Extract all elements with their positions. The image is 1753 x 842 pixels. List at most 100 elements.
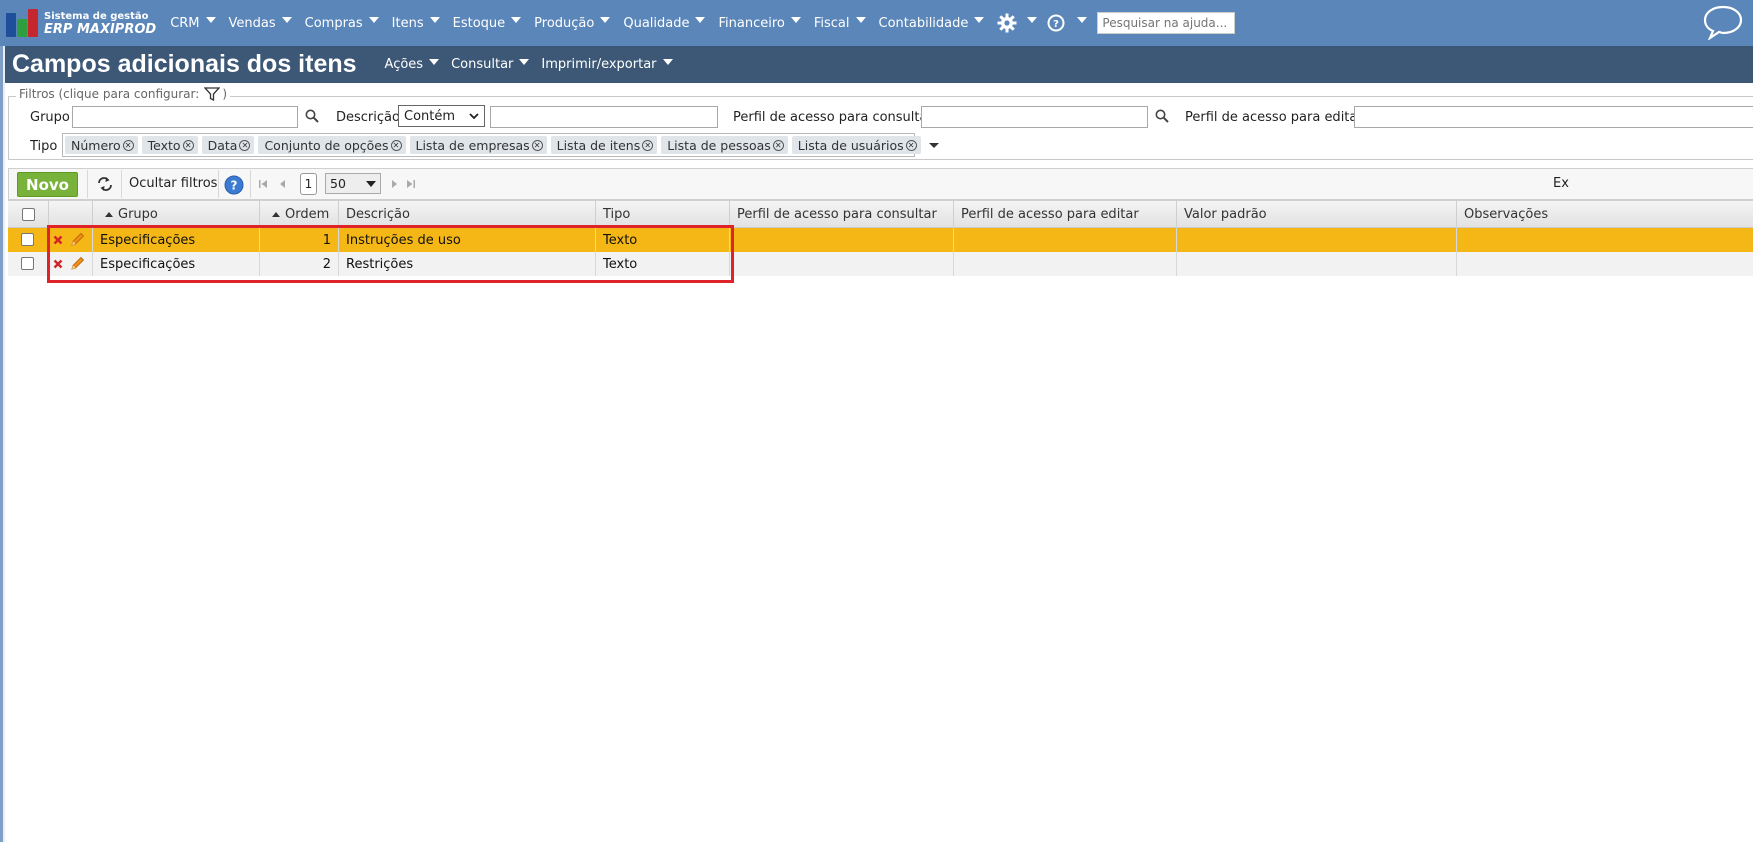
menu-financeiro[interactable]: Financeiro	[718, 16, 801, 31]
page-number-input[interactable]: 1	[300, 173, 317, 195]
search-icon[interactable]	[305, 109, 319, 123]
novo-button[interactable]: Novo	[17, 172, 78, 197]
edit-pencil-icon[interactable]	[69, 256, 85, 272]
first-page-icon[interactable]	[258, 179, 268, 189]
menu-consultar[interactable]: Consultar	[451, 57, 530, 72]
menu-fiscal[interactable]: Fiscal	[814, 16, 866, 31]
chip-conjunto-opcoes[interactable]: Conjunto de opções ✕	[258, 136, 406, 154]
delete-icon[interactable]	[53, 259, 63, 269]
table-row[interactable]: Especificações 2 Restrições Texto	[8, 252, 1753, 276]
menu-estoque[interactable]: Estoque	[453, 16, 522, 31]
caret-down-icon	[281, 17, 292, 23]
svg-text:?: ?	[1053, 19, 1059, 30]
cell-perfil-consultar	[730, 228, 954, 252]
remove-icon[interactable]: ✕	[905, 139, 917, 151]
chat-icon[interactable]	[1703, 4, 1743, 40]
menu-vendas[interactable]: Vendas	[229, 16, 292, 31]
column-header-observacoes[interactable]: Observações	[1457, 200, 1753, 228]
remove-icon[interactable]: ✕	[390, 139, 402, 151]
gear-icon	[997, 13, 1017, 33]
cell-tipo: Texto	[596, 252, 730, 276]
chevron-down-icon	[469, 112, 479, 119]
cell-valor-padrao	[1177, 228, 1457, 252]
menu-compras[interactable]: Compras	[305, 16, 379, 31]
cell-grupo: Especificações	[93, 228, 260, 252]
filter-grupo-input[interactable]	[72, 106, 298, 128]
chip-numero[interactable]: Número ✕	[65, 136, 138, 154]
column-header-ordem[interactable]: Ordem	[260, 200, 339, 228]
row-checkbox[interactable]	[21, 233, 34, 246]
menu-imprimir-exportar[interactable]: Imprimir/exportar	[541, 57, 673, 72]
grid-toolbar	[8, 168, 1753, 200]
filters-legend[interactable]: Filtros (clique para configurar: )	[16, 87, 230, 101]
help-search-input[interactable]	[1097, 12, 1236, 34]
menu-crm[interactable]: CRM	[170, 16, 216, 31]
caret-down-icon[interactable]	[928, 142, 939, 148]
remove-icon[interactable]: ✕	[772, 139, 784, 151]
cell-ordem: 1	[260, 228, 339, 252]
chip-texto[interactable]: Texto ✕	[141, 136, 198, 154]
next-page-icon[interactable]	[389, 179, 399, 189]
sort-ascending-icon	[105, 211, 113, 217]
filter-grupo-label: Grupo	[30, 110, 70, 125]
table-row[interactable]: Especificações 1 Instruções de uso Texto	[8, 228, 1753, 252]
row-checkbox[interactable]	[21, 257, 34, 270]
filter-descricao-mode-select[interactable]: Contém	[398, 105, 485, 127]
top-navbar: Sistema de gestão ERP MAXIPROD CRM Venda…	[0, 0, 1753, 46]
column-header-valor-padrao[interactable]: Valor padrão	[1177, 200, 1457, 228]
filter-perfil-editar-input[interactable]	[1354, 106, 1753, 128]
filter-icon	[204, 87, 221, 101]
actions-header	[49, 200, 93, 228]
hide-filters-button[interactable]: Ocultar filtros	[129, 176, 217, 191]
logo-mark-icon	[6, 9, 40, 37]
remove-icon[interactable]: ✕	[182, 139, 194, 151]
chip-lista-usuarios[interactable]: Lista de usuários ✕	[791, 136, 921, 154]
filter-tipo-multiselect[interactable]: Número ✕ Texto ✕ Data ✕ Conjunto de opções ✕…	[62, 133, 939, 157]
caret-down-icon	[855, 17, 866, 23]
column-header-descricao[interactable]: Descrição	[339, 200, 596, 228]
caret-down-icon	[974, 17, 985, 23]
menu-producao[interactable]: Produção	[534, 16, 611, 31]
refresh-icon[interactable]	[96, 176, 114, 192]
menu-contabilidade[interactable]: Contabilidade	[879, 16, 985, 31]
settings-menu[interactable]	[997, 13, 1038, 33]
previous-page-icon[interactable]	[278, 179, 288, 189]
help-menu[interactable]: ?	[1047, 14, 1088, 32]
search-icon[interactable]	[1155, 109, 1169, 123]
menu-acoes[interactable]: Ações	[385, 57, 440, 72]
menu-qualidade[interactable]: Qualidade	[623, 16, 706, 31]
remove-icon[interactable]: ✕	[642, 139, 654, 151]
export-button[interactable]: Ex	[1553, 176, 1569, 191]
row-actions	[49, 228, 93, 252]
filter-perfil-consultar-input[interactable]	[921, 106, 1148, 128]
chip-lista-pessoas[interactable]: Lista de pessoas ✕	[661, 136, 788, 154]
column-header-grupo[interactable]: Grupo	[93, 200, 260, 228]
page-title: Campos adicionais dos itens	[12, 50, 357, 78]
chip-lista-empresas[interactable]: Lista de empresas ✕	[409, 136, 547, 154]
last-page-icon[interactable]	[406, 179, 416, 189]
column-header-perfil-consultar[interactable]: Perfil de acesso para consultar	[730, 200, 954, 228]
help-icon[interactable]: ?	[224, 175, 244, 195]
cell-observacoes	[1457, 252, 1753, 276]
left-border	[0, 46, 5, 842]
caret-down-icon	[662, 58, 673, 65]
page-size-select[interactable]: 50	[325, 173, 381, 194]
column-header-tipo[interactable]: Tipo	[596, 200, 730, 228]
edit-pencil-icon[interactable]	[69, 232, 85, 248]
remove-icon[interactable]: ✕	[122, 139, 134, 151]
caret-down-icon	[1077, 17, 1088, 23]
cell-perfil-consultar	[730, 252, 954, 276]
chip-lista-itens[interactable]: Lista de itens ✕	[550, 136, 658, 154]
caret-down-icon	[368, 17, 379, 23]
caret-down-icon	[429, 58, 440, 65]
column-header-perfil-editar[interactable]: Perfil de acesso para editar	[954, 200, 1177, 228]
chip-data[interactable]: Data ✕	[201, 136, 255, 154]
menu-itens[interactable]: Itens	[392, 16, 440, 31]
remove-icon[interactable]: ✕	[239, 139, 251, 151]
remove-icon[interactable]: ✕	[531, 139, 543, 151]
filter-descricao-input[interactable]	[490, 106, 718, 128]
app-logo[interactable]: Sistema de gestão ERP MAXIPROD	[6, 0, 156, 46]
caret-down-icon	[600, 17, 611, 23]
delete-icon[interactable]	[53, 235, 63, 245]
select-all-checkbox[interactable]	[21, 207, 35, 221]
